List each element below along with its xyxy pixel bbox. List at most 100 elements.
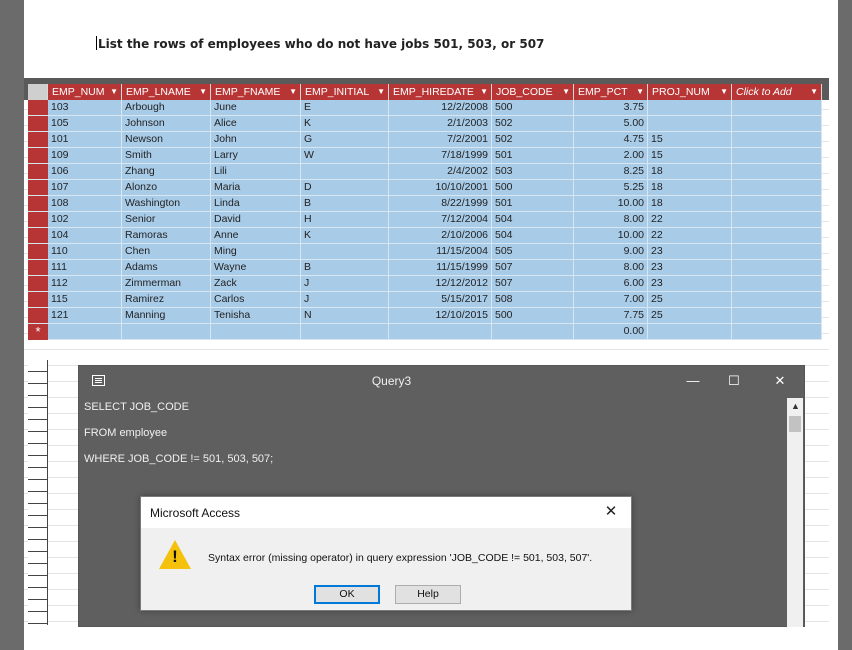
column-header-emp-initial[interactable]: EMP_INITIAL ▼ [301, 84, 389, 100]
table-cell-emp-fname[interactable]: Anne [211, 228, 301, 244]
table-cell-job-code[interactable]: 502 [492, 132, 574, 148]
table-cell-emp-fname[interactable]: Larry [211, 148, 301, 164]
table-cell-emp-pct[interactable]: 0.00 [574, 324, 648, 340]
table-cell-emp-initial[interactable]: E [301, 100, 389, 116]
table-cell-emp-num[interactable] [48, 324, 122, 340]
table-cell-emp-hiredate[interactable]: 7/12/2004 [389, 212, 492, 228]
table-cell-emp-lname[interactable]: Senior [122, 212, 211, 228]
table-cell-job-code[interactable]: 500 [492, 100, 574, 116]
table-cell-emp-hiredate[interactable]: 12/12/2012 [389, 276, 492, 292]
record-selector[interactable] [28, 244, 48, 260]
table-cell-emp-initial[interactable]: H [301, 212, 389, 228]
table-cell-emp-fname[interactable]: June [211, 100, 301, 116]
table-cell-emp-hiredate[interactable] [389, 324, 492, 340]
scroll-thumb[interactable] [789, 416, 801, 432]
dialog-close-button[interactable]: ✕ [599, 501, 623, 523]
table-cell-emp-num[interactable]: 103 [48, 100, 122, 116]
table-cell-emp-lname[interactable]: Johnson [122, 116, 211, 132]
table-cell-proj-num[interactable]: 18 [648, 180, 732, 196]
table-cell-proj-num[interactable]: 23 [648, 244, 732, 260]
filter-dropdown-icon[interactable]: ▼ [480, 84, 488, 100]
table-cell-emp-initial[interactable]: B [301, 260, 389, 276]
record-selector[interactable] [28, 100, 48, 116]
table-cell-emp-hiredate[interactable]: 12/10/2015 [389, 308, 492, 324]
dialog-titlebar[interactable]: Microsoft Access ✕ [141, 497, 631, 528]
table-cell-emp-fname[interactable]: Maria [211, 180, 301, 196]
new-record-row[interactable]: * 0.00 [28, 324, 822, 340]
table-cell-emp-initial[interactable]: K [301, 116, 389, 132]
select-all-corner[interactable] [28, 84, 48, 100]
record-selector[interactable] [28, 228, 48, 244]
table-cell-emp-fname[interactable]: David [211, 212, 301, 228]
table-cell-proj-num[interactable] [648, 100, 732, 116]
table-cell-emp-num[interactable]: 106 [48, 164, 122, 180]
table-cell-emp-pct[interactable]: 7.75 [574, 308, 648, 324]
table-cell-proj-num[interactable]: 22 [648, 228, 732, 244]
table-cell-add[interactable] [732, 324, 822, 340]
table-cell-emp-hiredate[interactable]: 2/1/2003 [389, 116, 492, 132]
table-cell-emp-fname[interactable]: Linda [211, 196, 301, 212]
table-cell-add[interactable] [732, 260, 822, 276]
table-cell-emp-initial[interactable] [301, 324, 389, 340]
column-header-emp-num[interactable]: EMP_NUM ▼ [48, 84, 122, 100]
table-cell-add[interactable] [732, 244, 822, 260]
table-cell-add[interactable] [732, 180, 822, 196]
table-row[interactable]: 107 Alonzo Maria D 10/10/2001 500 5.25 18 [28, 180, 822, 196]
record-selector[interactable] [28, 116, 48, 132]
table-cell-emp-num[interactable]: 121 [48, 308, 122, 324]
table-cell-job-code[interactable]: 502 [492, 116, 574, 132]
table-cell-emp-fname[interactable]: Ming [211, 244, 301, 260]
table-cell-emp-num[interactable]: 112 [48, 276, 122, 292]
table-row[interactable]: 111 Adams Wayne B 11/15/1999 507 8.00 23 [28, 260, 822, 276]
column-header-job-code[interactable]: JOB_CODE ▼ [492, 84, 574, 100]
table-cell-emp-lname[interactable] [122, 324, 211, 340]
table-cell-emp-initial[interactable]: J [301, 276, 389, 292]
table-cell-emp-lname[interactable]: Alonzo [122, 180, 211, 196]
table-cell-emp-pct[interactable]: 10.00 [574, 196, 648, 212]
column-header-emp-pct[interactable]: EMP_PCT ▼ [574, 84, 648, 100]
table-cell-proj-num[interactable] [648, 324, 732, 340]
table-cell-emp-fname[interactable]: Tenisha [211, 308, 301, 324]
record-selector[interactable] [28, 260, 48, 276]
help-button[interactable]: Help [395, 585, 461, 604]
table-cell-job-code[interactable] [492, 324, 574, 340]
table-cell-emp-num[interactable]: 111 [48, 260, 122, 276]
table-cell-emp-num[interactable]: 101 [48, 132, 122, 148]
filter-dropdown-icon[interactable]: ▼ [636, 84, 644, 100]
table-cell-emp-lname[interactable]: Arbough [122, 100, 211, 116]
record-selector[interactable] [28, 212, 48, 228]
column-header-proj-num[interactable]: PROJ_NUM ▼ [648, 84, 732, 100]
table-cell-emp-num[interactable]: 110 [48, 244, 122, 260]
table-cell-emp-hiredate[interactable]: 11/15/1999 [389, 260, 492, 276]
table-cell-job-code[interactable]: 508 [492, 292, 574, 308]
document-instruction[interactable]: List the rows of employees who do not ha… [96, 36, 544, 51]
table-cell-emp-pct[interactable]: 3.75 [574, 100, 648, 116]
record-selector[interactable] [28, 308, 48, 324]
table-cell-emp-lname[interactable]: Ramoras [122, 228, 211, 244]
table-cell-add[interactable] [732, 132, 822, 148]
table-row[interactable]: 115 Ramirez Carlos J 5/15/2017 508 7.00 25 [28, 292, 822, 308]
table-cell-emp-initial[interactable]: B [301, 196, 389, 212]
table-cell-add[interactable] [732, 276, 822, 292]
table-cell-emp-fname[interactable]: Lili [211, 164, 301, 180]
table-cell-emp-hiredate[interactable]: 7/2/2001 [389, 132, 492, 148]
table-cell-emp-hiredate[interactable]: 10/10/2001 [389, 180, 492, 196]
table-cell-emp-lname[interactable]: Newson [122, 132, 211, 148]
table-cell-emp-fname[interactable] [211, 324, 301, 340]
table-cell-proj-num[interactable] [648, 116, 732, 132]
filter-dropdown-icon[interactable]: ▼ [110, 84, 118, 100]
table-cell-add[interactable] [732, 100, 822, 116]
table-cell-emp-lname[interactable]: Chen [122, 244, 211, 260]
table-cell-emp-pct[interactable]: 8.00 [574, 260, 648, 276]
table-cell-emp-pct[interactable]: 8.25 [574, 164, 648, 180]
table-row[interactable]: 108 Washington Linda B 8/22/1999 501 10.00 18 [28, 196, 822, 212]
query-window-titlebar[interactable]: Query3 — ☐ ✕ [79, 366, 804, 396]
minimize-button[interactable]: — [673, 371, 713, 391]
table-cell-proj-num[interactable]: 22 [648, 212, 732, 228]
table-cell-job-code[interactable]: 504 [492, 212, 574, 228]
table-cell-emp-num[interactable]: 104 [48, 228, 122, 244]
table-cell-emp-hiredate[interactable]: 2/10/2006 [389, 228, 492, 244]
table-cell-job-code[interactable]: 501 [492, 148, 574, 164]
close-button[interactable]: ✕ [760, 371, 800, 391]
table-cell-emp-initial[interactable] [301, 244, 389, 260]
